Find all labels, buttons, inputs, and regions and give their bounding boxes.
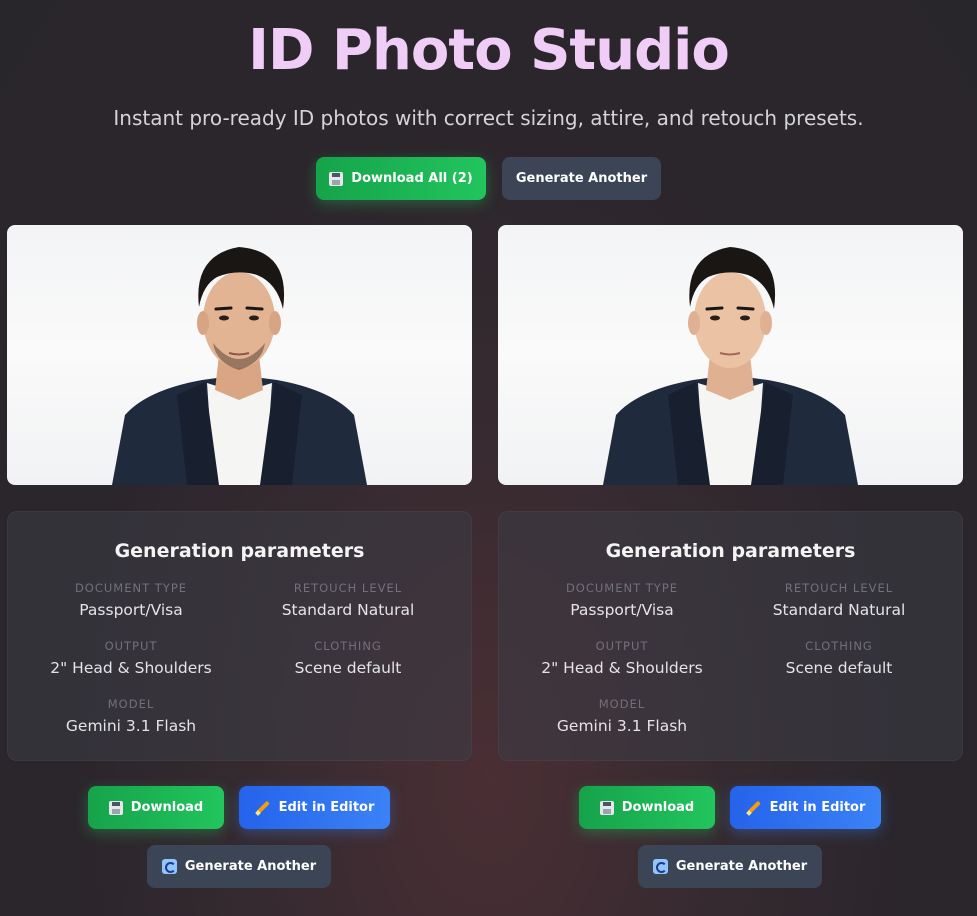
result-card: Generation parameters DOCUMENT TYPE Pass… (7, 225, 472, 888)
param-value: 2" Head & Shoulders (50, 659, 212, 677)
download-label: Download (130, 800, 204, 815)
param-clothing: CLOTHING Scene default (739, 639, 939, 677)
id-photo[interactable] (498, 225, 963, 485)
param-label: DOCUMENT TYPE (74, 581, 188, 595)
param-label: DOCUMENT TYPE (565, 581, 679, 595)
param-label: RETOUCH LEVEL (784, 581, 894, 595)
generate-another-button[interactable]: Generate Another (147, 845, 331, 888)
param-value: Scene default (785, 659, 893, 677)
edit-in-editor-button[interactable]: Edit in Editor (730, 786, 881, 829)
portrait-illustration (112, 247, 367, 485)
param-label: CLOTHING (805, 639, 873, 653)
generate-another-button[interactable]: Generate Another (638, 845, 822, 888)
params-title: Generation parameters (605, 540, 856, 562)
pencil-icon (746, 800, 762, 816)
param-value: Gemini 3.1 Flash (556, 717, 688, 735)
edit-label: Edit in Editor (769, 800, 866, 815)
page-subtitle: Instant pro-ready ID photos with correct… (113, 106, 864, 130)
result-card: Generation parameters DOCUMENT TYPE Pass… (498, 225, 963, 888)
generation-parameters-panel: Generation parameters DOCUMENT TYPE Pass… (7, 511, 472, 761)
floppy-disk-icon (108, 800, 123, 815)
download-button[interactable]: Download (579, 786, 715, 829)
id-photo[interactable] (7, 225, 472, 485)
param-output: OUTPUT 2" Head & Shoulders (31, 639, 231, 677)
param-value: Passport/Visa (570, 601, 674, 619)
top-actions: Download All (2) Generate Another (0, 157, 977, 200)
card-actions: Download Edit in Editor Generate Another (7, 786, 472, 896)
generate-another-top-button[interactable]: Generate Another (502, 157, 661, 200)
generate-another-label: Generate Another (184, 859, 317, 874)
param-model: MODEL Gemini 3.1 Flash (31, 697, 231, 735)
param-clothing: CLOTHING Scene default (248, 639, 448, 677)
params-title: Generation parameters (114, 540, 365, 562)
refresh-icon (652, 859, 668, 874)
param-value: Gemini 3.1 Flash (65, 717, 197, 735)
param-model: MODEL Gemini 3.1 Flash (522, 697, 722, 735)
param-output: OUTPUT 2" Head & Shoulders (522, 639, 722, 677)
param-label: OUTPUT (595, 639, 649, 653)
floppy-disk-icon (329, 171, 344, 186)
param-label: OUTPUT (104, 639, 158, 653)
download-all-button[interactable]: Download All (2) (316, 157, 486, 200)
edit-in-editor-button[interactable]: Edit in Editor (239, 786, 390, 829)
param-document-type: DOCUMENT TYPE Passport/Visa (31, 581, 231, 619)
generate-another-label: Generate Another (675, 859, 808, 874)
param-value: Standard Natural (772, 601, 906, 619)
param-value: Passport/Visa (79, 601, 183, 619)
param-value: Standard Natural (281, 601, 415, 619)
param-value: Scene default (294, 659, 402, 677)
pencil-icon (255, 800, 271, 816)
generation-parameters-panel: Generation parameters DOCUMENT TYPE Pass… (498, 511, 963, 761)
floppy-disk-icon (599, 800, 614, 815)
refresh-icon (161, 859, 177, 874)
page-title: ID Photo Studio (248, 18, 730, 83)
param-value: 2" Head & Shoulders (541, 659, 703, 677)
param-label: MODEL (107, 697, 155, 711)
generate-another-label: Generate Another (515, 171, 648, 186)
param-retouch-level: RETOUCH LEVEL Standard Natural (739, 581, 939, 619)
portrait-illustration (603, 247, 858, 485)
download-button[interactable]: Download (88, 786, 224, 829)
param-label: CLOTHING (314, 639, 382, 653)
param-label: RETOUCH LEVEL (293, 581, 403, 595)
download-all-label: Download All (2) (351, 171, 473, 186)
param-retouch-level: RETOUCH LEVEL Standard Natural (248, 581, 448, 619)
param-label: MODEL (598, 697, 646, 711)
download-label: Download (621, 800, 695, 815)
card-actions: Download Edit in Editor Generate Another (498, 786, 963, 896)
edit-label: Edit in Editor (278, 800, 375, 815)
param-document-type: DOCUMENT TYPE Passport/Visa (522, 581, 722, 619)
